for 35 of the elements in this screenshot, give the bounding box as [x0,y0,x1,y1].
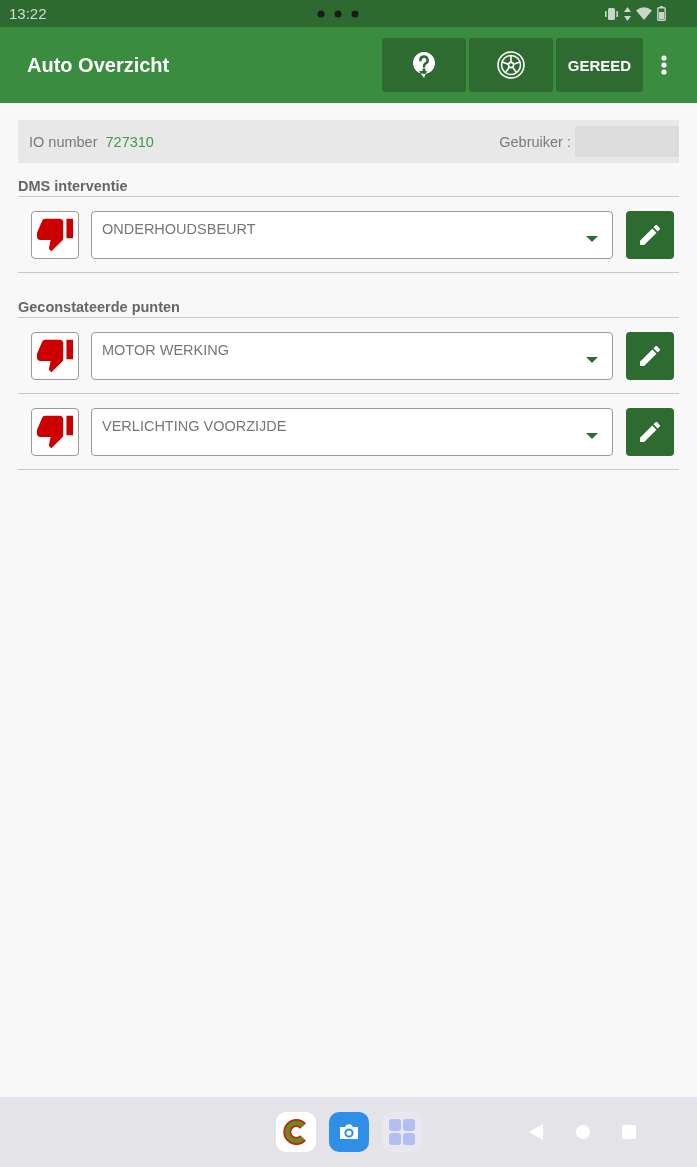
data-arrows-icon [624,6,631,21]
edit-button[interactable] [626,211,674,259]
dropdown-field[interactable]: VERLICHTING VOORZIJDE [91,408,613,456]
camera-icon[interactable] [329,1112,369,1152]
screen-title: Auto Overzicht [27,53,171,77]
edit-button[interactable] [626,332,674,380]
caret-icon [586,433,598,439]
dropdown-field[interactable]: MOTOR WERKING [91,332,613,380]
io-number-value: 727310 [105,133,154,150]
caret-icon [586,357,598,363]
status-time: 13:22 [9,5,47,22]
help-button[interactable] [382,38,466,92]
app-logo-icon[interactable] [276,1112,316,1152]
caret-icon [586,236,598,242]
battery-icon [657,6,666,21]
help-bubble-icon [413,52,435,78]
wifi-icon [636,7,652,20]
section-title: DMS interventie [18,163,679,197]
section-title: Geconstateerde punten [18,284,679,318]
dropdown-field[interactable]: ONDERHOUDSBEURT [91,211,613,259]
pencil-icon [640,346,660,366]
done-button[interactable]: GEREED [556,38,643,92]
user-label: Gebruiker : [499,133,571,150]
rating-button[interactable] [31,211,79,259]
pencil-icon [640,225,660,245]
wheel-button[interactable] [469,38,553,92]
pencil-icon [640,422,660,442]
overflow-menu-icon[interactable] [661,55,667,75]
rating-button[interactable] [31,408,79,456]
wheel-icon [497,51,525,79]
rating-button[interactable] [31,332,79,380]
dots-icon [316,9,359,18]
io-number-label: IO number [29,133,98,150]
vibrate-icon [604,7,619,20]
edit-button[interactable] [626,408,674,456]
